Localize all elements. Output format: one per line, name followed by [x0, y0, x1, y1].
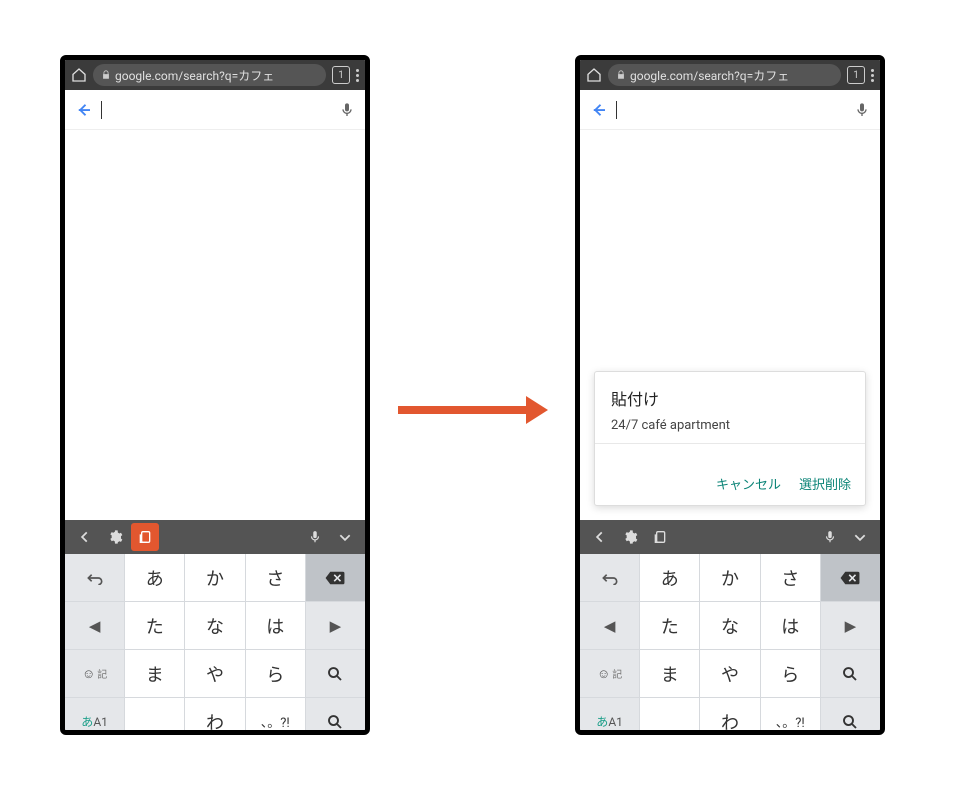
keyboard-mic-icon[interactable]	[301, 523, 329, 551]
key-ta[interactable]: た	[125, 602, 185, 650]
key-ha[interactable]: は	[246, 602, 306, 650]
key-a[interactable]: あ	[125, 554, 185, 602]
keyboard-toolbar	[580, 520, 880, 554]
key-search2[interactable]	[306, 698, 365, 735]
key-ta[interactable]: た	[640, 602, 700, 650]
key-ra[interactable]: ら	[246, 650, 306, 698]
key-ma[interactable]: ま	[640, 650, 700, 698]
chevron-left-icon[interactable]	[71, 523, 99, 551]
key-space[interactable]: ⎵	[125, 698, 185, 735]
key-sa[interactable]: さ	[761, 554, 821, 602]
tab-count-button[interactable]: 1	[847, 66, 865, 84]
url-bar[interactable]: google.com/search?q=カフェ	[93, 64, 326, 86]
key-ra[interactable]: ら	[761, 650, 821, 698]
key-sa[interactable]: さ	[246, 554, 306, 602]
key-ha[interactable]: は	[761, 602, 821, 650]
chevron-down-icon[interactable]	[331, 523, 359, 551]
keyboard: あ か さ ◀ た な は ▶ ☺記 ま や ら	[65, 554, 365, 735]
key-ya[interactable]: や	[185, 650, 245, 698]
key-ya[interactable]: や	[700, 650, 760, 698]
key-wa[interactable]: わ	[700, 698, 760, 735]
home-icon[interactable]	[586, 67, 602, 83]
paste-cancel-button[interactable]: キャンセル	[716, 474, 781, 493]
back-arrow-icon[interactable]	[75, 101, 93, 119]
key-undo[interactable]	[65, 554, 125, 602]
clipboard-icon[interactable]	[646, 523, 674, 551]
key-right[interactable]: ▶	[306, 602, 365, 650]
paste-dialog-content[interactable]: 24/7 café apartment	[611, 418, 849, 433]
key-ma[interactable]: ま	[125, 650, 185, 698]
paste-dialog-title: 貼付け	[611, 386, 849, 410]
key-punct[interactable]: 、。?!	[761, 698, 821, 735]
browser-bar: google.com/search?q=カフェ 1	[65, 60, 365, 90]
key-na[interactable]: な	[185, 602, 245, 650]
keyboard-toolbar	[65, 520, 365, 554]
back-arrow-icon[interactable]	[590, 101, 608, 119]
key-left[interactable]: ◀	[580, 602, 640, 650]
key-right[interactable]: ▶	[821, 602, 880, 650]
key-emoji[interactable]: ☺記	[65, 650, 125, 698]
transition-arrow	[398, 402, 548, 418]
key-emoji[interactable]: ☺記	[580, 650, 640, 698]
key-punct[interactable]: 、。?!	[246, 698, 306, 735]
key-search2[interactable]	[821, 698, 880, 735]
paste-delete-button[interactable]: 選択削除	[799, 474, 851, 493]
content-area: 貼付け 24/7 café apartment キャンセル 選択削除	[580, 130, 880, 520]
key-ime-switch[interactable]: あA1	[65, 698, 125, 735]
url-text: google.com/search?q=カフェ	[630, 67, 789, 84]
mic-icon[interactable]	[854, 102, 870, 118]
content-area	[65, 130, 365, 520]
mic-icon[interactable]	[339, 102, 355, 118]
chevron-left-icon[interactable]	[586, 523, 614, 551]
gear-icon[interactable]	[101, 523, 129, 551]
keyboard: あ か さ ◀ た な は ▶ ☺記 ま や ら	[580, 554, 880, 735]
search-row	[580, 90, 880, 130]
key-undo[interactable]	[580, 554, 640, 602]
keyboard-mic-icon[interactable]	[816, 523, 844, 551]
key-wa[interactable]: わ	[185, 698, 245, 735]
gear-icon[interactable]	[616, 523, 644, 551]
browser-bar: google.com/search?q=カフェ 1	[580, 60, 880, 90]
home-icon[interactable]	[71, 67, 87, 83]
key-search[interactable]	[306, 650, 365, 698]
key-left[interactable]: ◀	[65, 602, 125, 650]
url-bar[interactable]: google.com/search?q=カフェ	[608, 64, 841, 86]
search-row	[65, 90, 365, 130]
tab-count-button[interactable]: 1	[332, 66, 350, 84]
key-space[interactable]: ⎵	[640, 698, 700, 735]
lock-icon	[616, 70, 626, 80]
paste-dialog: 貼付け 24/7 café apartment キャンセル 選択削除	[594, 371, 866, 506]
phone-right: google.com/search?q=カフェ 1 貼付け 24/7 café …	[575, 55, 885, 735]
overflow-menu-icon[interactable]	[356, 69, 359, 82]
key-ka[interactable]: か	[700, 554, 760, 602]
key-a[interactable]: あ	[640, 554, 700, 602]
key-backspace[interactable]	[821, 554, 880, 602]
text-cursor	[101, 101, 102, 119]
key-search[interactable]	[821, 650, 880, 698]
lock-icon	[101, 70, 111, 80]
key-ime-switch[interactable]: あA1	[580, 698, 640, 735]
key-na[interactable]: な	[700, 602, 760, 650]
overflow-menu-icon[interactable]	[871, 69, 874, 82]
phone-left: google.com/search?q=カフェ 1	[60, 55, 370, 735]
chevron-down-icon[interactable]	[846, 523, 874, 551]
key-ka[interactable]: か	[185, 554, 245, 602]
clipboard-icon[interactable]	[131, 523, 159, 551]
text-cursor	[616, 101, 617, 119]
url-text: google.com/search?q=カフェ	[115, 67, 274, 84]
key-backspace[interactable]	[306, 554, 365, 602]
